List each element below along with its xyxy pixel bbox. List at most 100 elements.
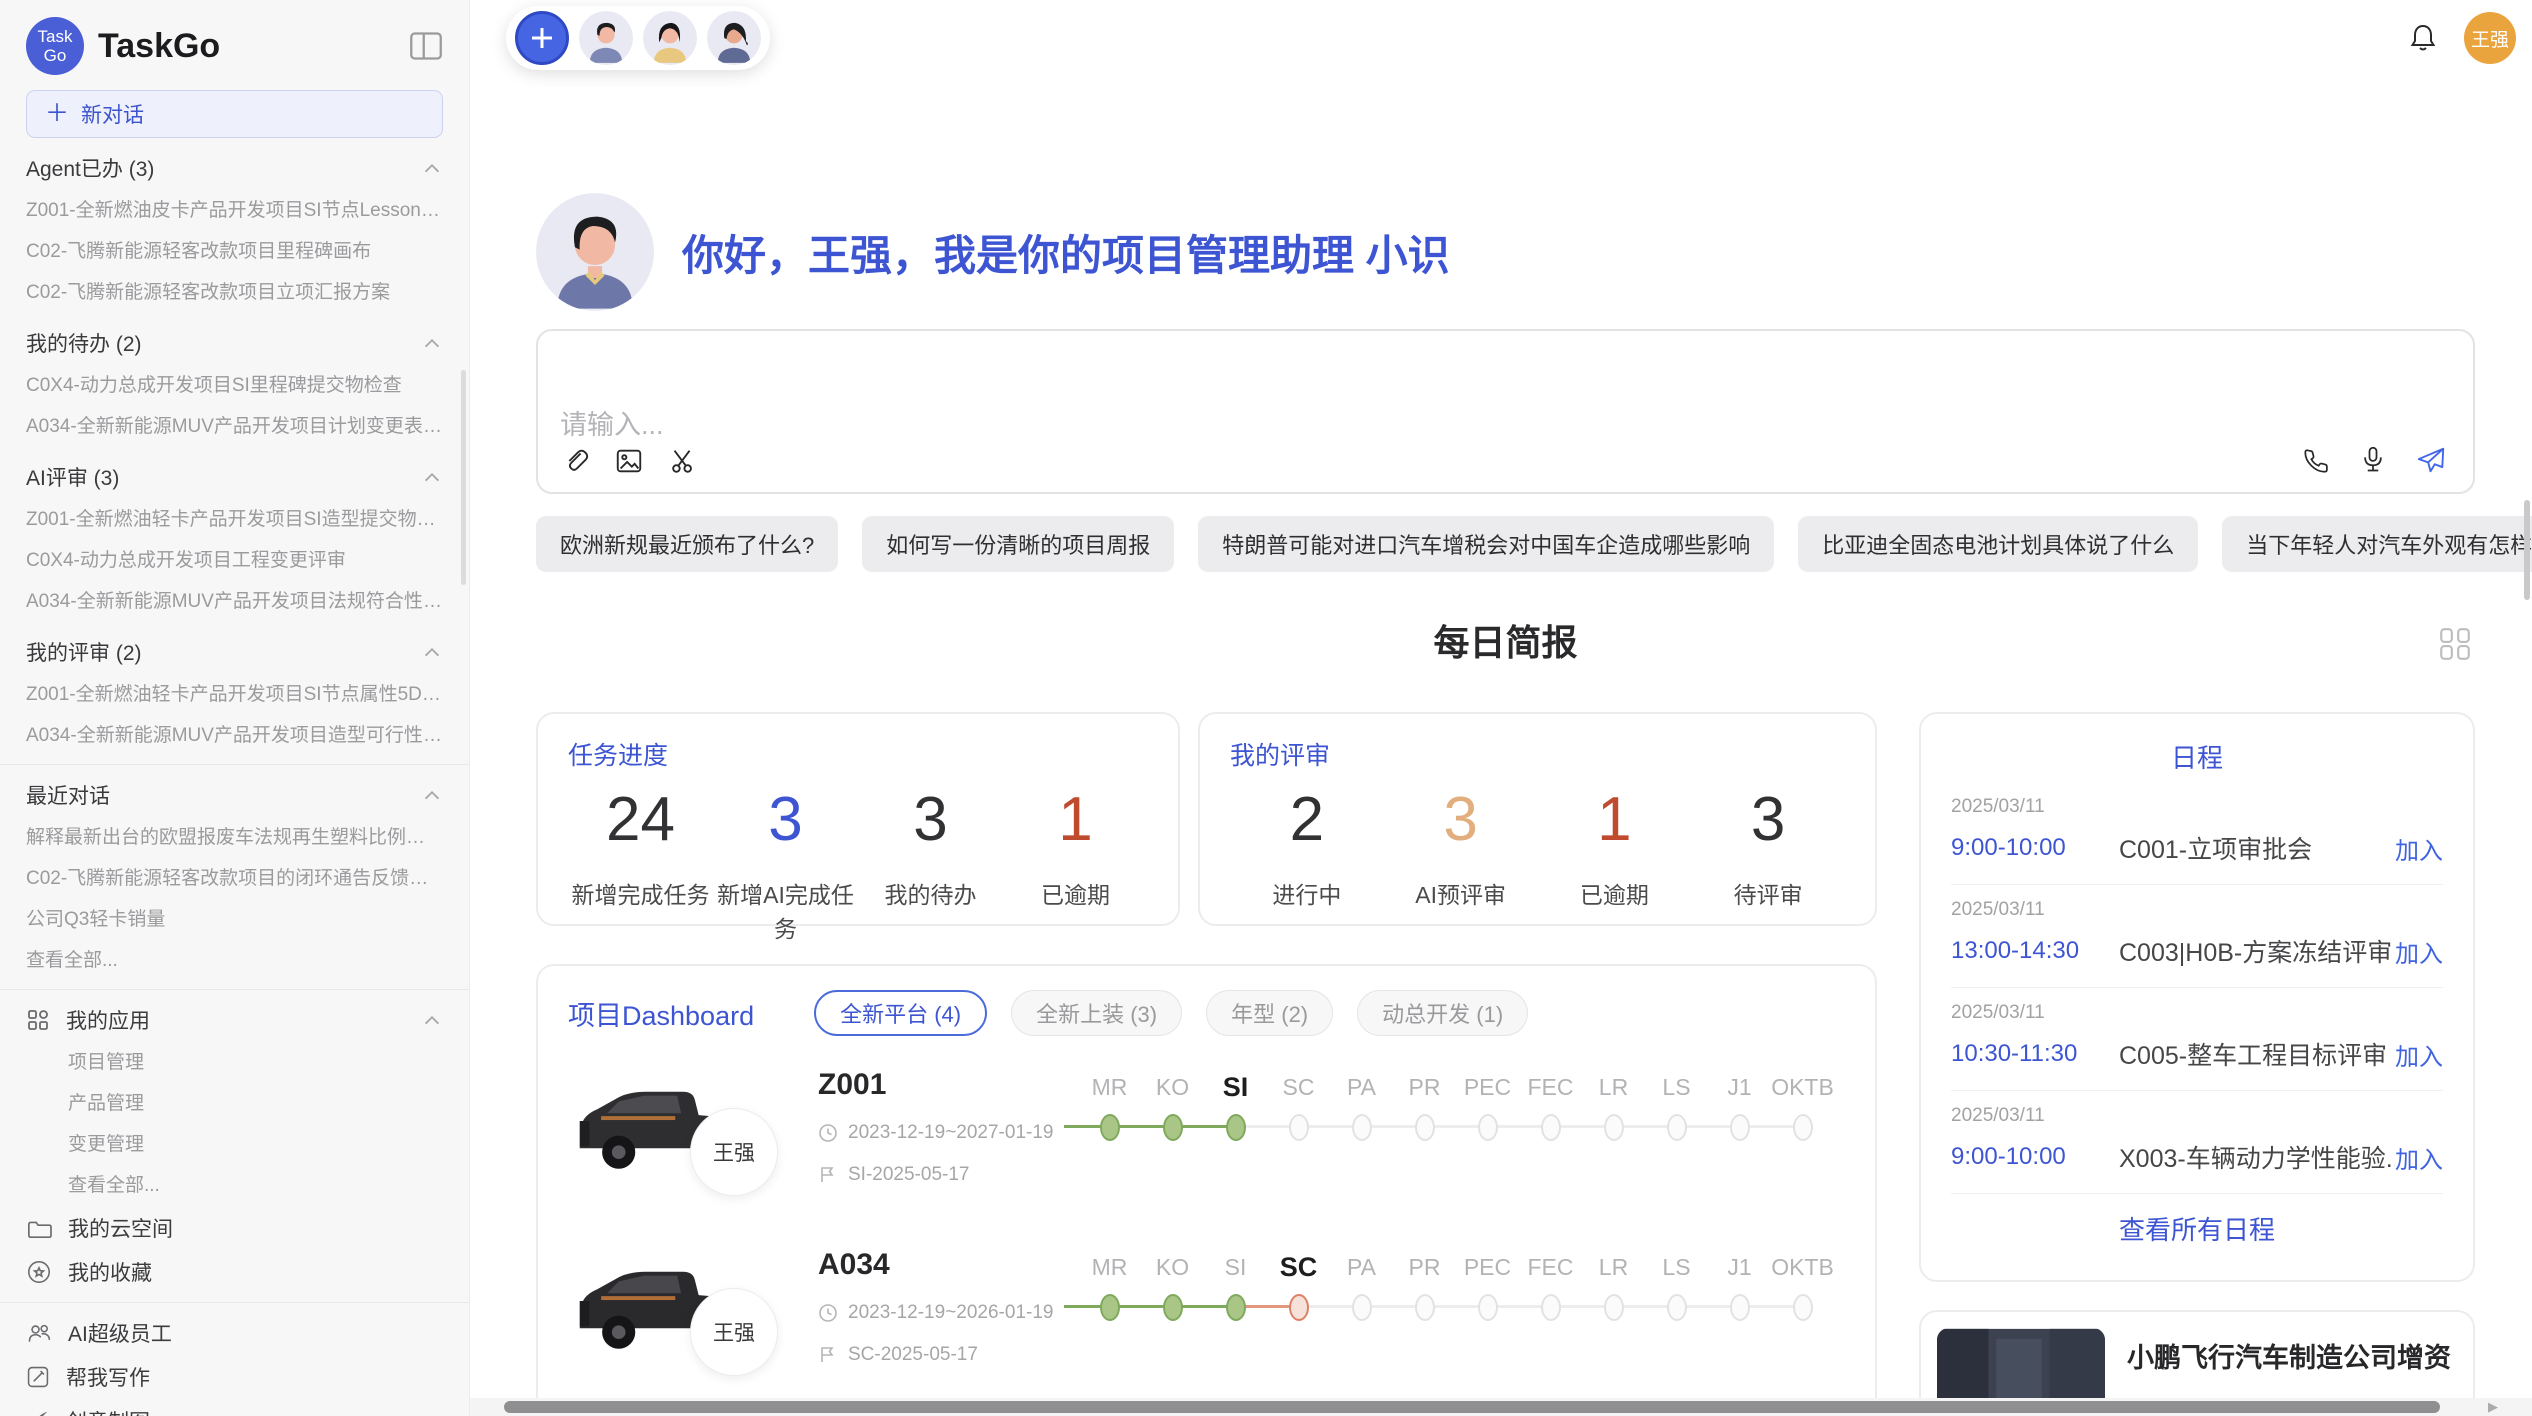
stat-value: 3 [1384, 782, 1538, 858]
suggestion-chip[interactable]: 当下年轻人对汽车外观有怎样的喜好趋势 [2222, 516, 2532, 572]
suggestion-chip[interactable]: 欧洲新规最近颁布了什么? [536, 516, 838, 572]
list-item[interactable]: 解释最新出台的欧盟报废车法规再生塑料比例被调至15%... [26, 817, 443, 858]
phone-icon[interactable] [2301, 445, 2331, 475]
milestone-dot [1667, 1114, 1687, 1141]
section-recent-chats[interactable]: 最近对话 [26, 773, 443, 817]
scroll-right-arrow-icon[interactable]: ▶ [2488, 1398, 2498, 1416]
attachment-icon[interactable] [560, 446, 590, 476]
horizontal-scrollbar-thumb[interactable] [504, 1401, 2440, 1413]
main-area: 王强 你好，王强，我是你的项目管理助理 小识 请输入... 欧洲新规最近颁布了什… [470, 0, 2532, 1416]
sidebar-item-creative-draw[interactable]: 创意制图 [26, 1399, 443, 1416]
layout-grid-icon[interactable] [2437, 626, 2473, 662]
send-icon[interactable] [2415, 445, 2447, 475]
section-agent-done[interactable]: Agent已办 (3) [26, 146, 443, 190]
chat-input[interactable]: 请输入... [536, 329, 2475, 494]
list-item[interactable]: A034-全新新能源MUV产品开发项目计划变更表编写 [26, 406, 443, 447]
milestone-label: PR [1393, 1068, 1456, 1106]
list-item[interactable]: Z001-全新燃油轻卡产品开发项目SI造型提交物评审 [26, 499, 443, 540]
sidebar-scrollbar[interactable] [461, 370, 466, 585]
flag-icon [818, 1165, 838, 1185]
tab-all-new-platform[interactable]: 全新平台 (4) [814, 990, 987, 1036]
list-item[interactable]: A034-全新新能源MUV产品开发项目造型可行性评审 [26, 715, 443, 756]
chevron-up-icon [421, 159, 443, 177]
sidebar-item-my-apps[interactable]: 我的应用 [26, 998, 443, 1042]
app-title: TaskGo [98, 27, 220, 66]
stat-value: 24 [568, 782, 713, 858]
tab-powertrain-dev[interactable]: 动总开发 (1) [1357, 990, 1528, 1036]
suggestion-chip[interactable]: 特朗普可能对进口汽车增税会对中国车企造成哪些影响 [1198, 516, 1774, 572]
sidebar-item-product-mgmt[interactable]: 产品管理 [26, 1083, 443, 1124]
sidebar-item-favorites[interactable]: 我的收藏 [26, 1250, 443, 1294]
milestone-dot [1289, 1114, 1309, 1141]
milestone-label: J1 [1708, 1248, 1771, 1286]
sidebar-item-change-mgmt[interactable]: 变更管理 [26, 1124, 443, 1165]
milestone-label: OKTB [1771, 1248, 1834, 1286]
milestone-label: LS [1645, 1248, 1708, 1286]
suggestion-chip[interactable]: 比亚迪全固态电池计划具体说了什么 [1798, 516, 2198, 572]
milestone-label: PA [1330, 1248, 1393, 1286]
stat-value: 1 [1003, 782, 1148, 858]
card-title: 我的评审 [1230, 736, 1845, 772]
list-item[interactable]: Z001-全新燃油轻卡产品开发项目SI节点属性5D文件评审 [26, 674, 443, 715]
section-ai-review[interactable]: AI评审 (3) [26, 455, 443, 499]
image-icon[interactable] [614, 446, 644, 476]
divider [0, 764, 469, 765]
section-my-review[interactable]: 我的评审 (2) [26, 630, 443, 674]
project-code: A034 [818, 1248, 1078, 1282]
list-item[interactable]: 公司Q3轻卡销量 [26, 899, 443, 940]
list-item[interactable]: C02-飞腾新能源轻客改款项目的闭环通告反馈情况 [26, 858, 443, 899]
section-title: 我的评审 (2) [26, 637, 142, 667]
milestone-dot [1415, 1294, 1435, 1321]
schedule-time: 10:30-11:30 [1951, 1040, 2119, 1068]
stat-value: 3 [713, 782, 858, 858]
stat-label: 已逾期 [1003, 876, 1148, 910]
stat-label: 待评审 [1691, 876, 1845, 910]
list-item[interactable]: C0X4-动力总成开发项目SI里程碑提交物检查 [26, 365, 443, 406]
tab-new-body[interactable]: 全新上装 (3) [1011, 990, 1182, 1036]
microphone-icon[interactable] [2359, 444, 2387, 476]
milestone-label: OKTB [1771, 1068, 1834, 1106]
milestone-label: J1 [1708, 1068, 1771, 1106]
join-link[interactable]: 加入 [2395, 1037, 2443, 1072]
milestone-dot [1352, 1114, 1372, 1141]
list-item[interactable]: Z001-全新燃油皮卡产品开发项目SI节点Lesson Learn报告 [26, 190, 443, 231]
view-all-chats-link[interactable]: 查看全部... [26, 940, 443, 981]
view-all-schedule-link[interactable]: 查看所有日程 [1951, 1210, 2443, 1247]
logo-line1: Task [38, 27, 73, 46]
milestone-dot [1163, 1114, 1183, 1141]
join-link[interactable]: 加入 [2395, 934, 2443, 969]
list-item[interactable]: C0X4-动力总成开发项目工程变更评审 [26, 540, 443, 581]
vertical-scrollbar-thumb[interactable] [2524, 500, 2530, 600]
project-row-a034[interactable]: 王强 A034 2023-12-19~2026-01-19 SC-2025-05… [568, 1240, 1845, 1396]
star-badge-icon [26, 1259, 52, 1285]
divider [0, 1302, 469, 1303]
sidebar-item-cloud-space[interactable]: 我的云空间 [26, 1206, 443, 1250]
sidebar-item-project-mgmt[interactable]: 项目管理 [26, 1042, 443, 1083]
sidebar-item-help-write[interactable]: 帮我写作 [26, 1355, 443, 1399]
list-item[interactable]: C02-飞腾新能源轻客改款项目立项汇报方案 [26, 272, 443, 313]
section-my-todo[interactable]: 我的待办 (2) [26, 321, 443, 365]
view-all-apps-link[interactable]: 查看全部... [26, 1165, 443, 1206]
list-item[interactable]: A034-全新新能源MUV产品开发项目法规符合性评审 [26, 581, 443, 622]
milestone-label: PEC [1456, 1068, 1519, 1106]
scissors-icon[interactable] [668, 446, 698, 476]
new-chat-button[interactable]: ＋ 新对话 [26, 90, 443, 138]
greeting-text: 你好，王强，我是你的项目管理助理 小识 [682, 222, 1450, 283]
collapse-sidebar-icon[interactable] [409, 31, 443, 61]
horizontal-scrollbar[interactable]: ▶ [470, 1398, 2532, 1416]
milestone-track: MR KO SI SC PA PR PEC FEC LR LS J1 [1078, 1240, 1845, 1321]
suggestion-chip[interactable]: 如何写一份清晰的项目周报 [862, 516, 1174, 572]
sidebar-item-ai-super-staff[interactable]: AI超级员工 [26, 1311, 443, 1355]
milestone-label: LS [1645, 1068, 1708, 1106]
chevron-up-icon [421, 1011, 443, 1029]
join-link[interactable]: 加入 [2395, 831, 2443, 866]
milestone-dot [1478, 1114, 1498, 1141]
join-link[interactable]: 加入 [2395, 1140, 2443, 1175]
project-milestone-date: SC-2025-05-17 [848, 1344, 978, 1366]
assistant-avatar [536, 193, 654, 311]
tab-year-model[interactable]: 年型 (2) [1206, 990, 1333, 1036]
project-row-z001[interactable]: 王强 Z001 2023-12-19~2027-01-19 SI-2025-05… [568, 1060, 1845, 1216]
divider [0, 989, 469, 990]
milestone-dot [1100, 1294, 1120, 1321]
list-item[interactable]: C02-飞腾新能源轻客改款项目里程碑画布 [26, 231, 443, 272]
